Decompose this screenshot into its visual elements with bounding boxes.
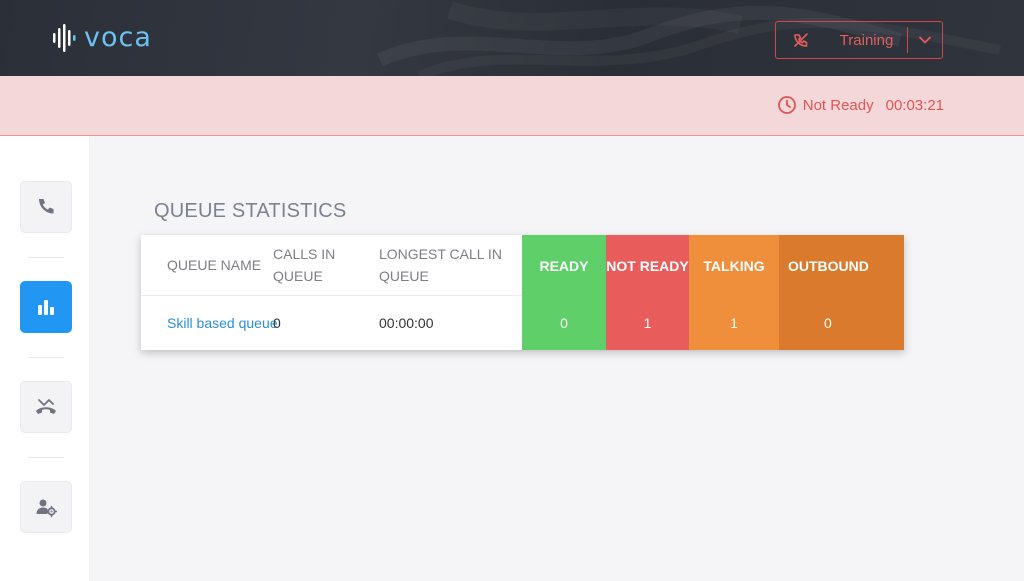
clock-icon [777,96,796,114]
header-queue-name: QUEUE NAME [141,235,273,296]
status-info: Not Ready 00:03:21 [777,95,944,115]
queue-name-link[interactable]: Skill based queue [167,312,278,334]
column-outbound: OUTBOUND 0 [779,235,904,350]
header-calls-in-queue: CALLS IN QUEUE [273,235,379,296]
cell-not-ready: 1 [643,315,652,331]
sidebar [0,136,90,581]
sound-wave-icon [53,24,76,52]
bar-chart-icon [38,300,54,315]
sidebar-item-agent-settings[interactable] [20,481,72,533]
column-not-ready: NOT READY 1 [606,235,689,350]
column-ready: READY 0 [522,235,606,350]
header-ready: READY [539,257,589,274]
cell-talking: 1 [730,315,738,331]
sidebar-divider [28,357,64,358]
user-gear-icon [36,499,57,518]
column-talking: TALKING 1 [689,235,779,350]
sidebar-item-calls[interactable] [20,181,72,233]
phone-hangup-icon [36,399,56,414]
status-timer: 00:03:21 [885,96,944,114]
phone-off-icon [776,31,826,49]
queue-statistics-table: QUEUE NAME Skill based queue CALLS IN QU… [141,235,904,350]
column-longest-call: LONGEST CALL IN QUEUE 00:00:00 [379,235,522,350]
status-select-label: Training [839,31,894,49]
status-state: Not Ready [802,96,874,114]
column-calls-in-queue: CALLS IN QUEUE 0 [273,235,379,350]
header-longest-call: LONGEST CALL IN QUEUE [379,235,522,296]
logo-text: voca [84,22,152,53]
header-talking: TALKING [703,257,765,274]
agent-status-dropdown[interactable]: Training [775,21,943,59]
chevron-down-icon[interactable] [908,36,942,44]
header-not-ready: NOT READY [606,257,689,274]
sidebar-divider [28,257,64,258]
top-header: voca Training [0,0,1024,76]
cell-calls-in-queue: 0 [273,315,281,331]
sidebar-divider [28,457,64,458]
sidebar-item-queue-statistics[interactable] [20,281,72,333]
sidebar-item-missed-calls[interactable] [20,381,72,433]
cell-outbound: 0 [824,315,832,331]
page-title: QUEUE STATISTICS [154,200,347,222]
column-queue-name: QUEUE NAME Skill based queue [141,235,278,350]
voca-logo[interactable]: voca [52,24,152,52]
header-outbound: OUTBOUND [788,257,869,274]
cell-longest-call: 00:00:00 [379,315,434,331]
phone-icon [39,199,54,214]
agent-status-bar: Not Ready 00:03:21 [0,76,1024,136]
cell-ready: 0 [560,315,568,331]
